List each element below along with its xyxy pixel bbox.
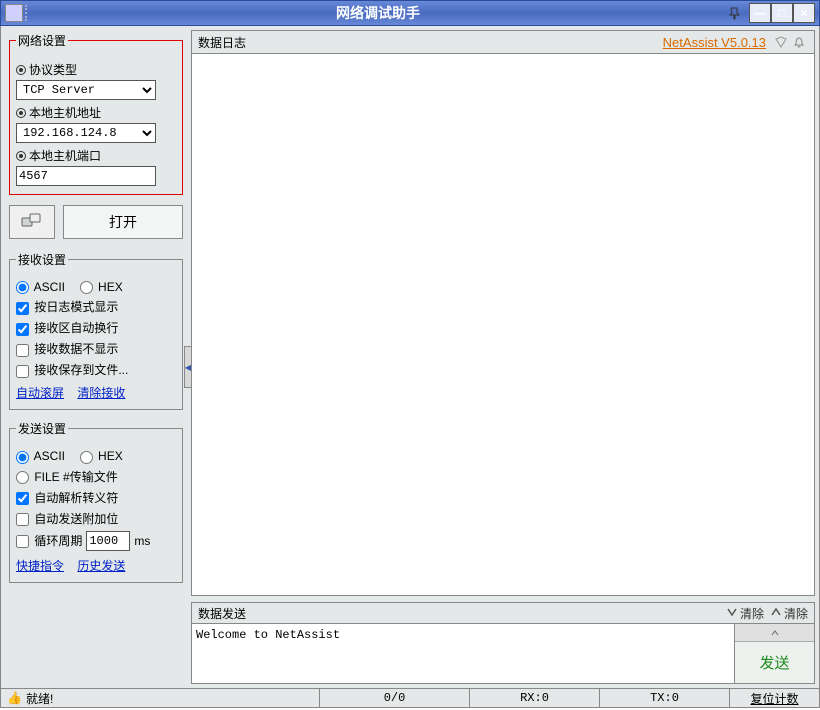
send-title: 数据发送 xyxy=(198,605,720,622)
titlebar: 网络调试助手 — □ × xyxy=(0,0,820,26)
protocol-select[interactable]: TCP Server xyxy=(16,80,156,100)
minimize-button[interactable]: — xyxy=(749,3,771,23)
recv-ascii-radio[interactable]: ASCII xyxy=(16,280,65,294)
cycle-unit-label: ms xyxy=(134,534,150,548)
port-input[interactable] xyxy=(16,166,156,186)
send-button[interactable]: 发送 xyxy=(735,642,814,683)
log-title: 数据日志 xyxy=(198,34,663,51)
app-icon xyxy=(5,4,23,22)
recv-autoscroll-link[interactable]: 自动滚屏 xyxy=(16,386,64,400)
right-panel: ◀ 数据日志 NetAssist V5.0.13 数据发送 清除 清除 xyxy=(187,26,819,688)
version-link[interactable]: NetAssist V5.0.13 xyxy=(663,35,766,50)
thumb-icon: 👍 xyxy=(7,691,22,705)
history-link[interactable]: 历史发送 xyxy=(77,559,125,573)
recv-clear-link[interactable]: 清除接收 xyxy=(77,386,125,400)
close-button[interactable]: × xyxy=(793,3,815,23)
send-cycle-input[interactable] xyxy=(86,531,130,551)
send-escape-check[interactable]: 自动解析转义符 xyxy=(16,489,118,506)
send-append-check[interactable]: 自动发送附加位 xyxy=(16,510,118,527)
recv-savefile-check[interactable]: 接收保存到文件... xyxy=(16,361,128,378)
send-hex-radio[interactable]: HEX xyxy=(80,449,123,463)
statusbar: 👍 就绪! 0/0 RX:0 TX:0 复位计数 xyxy=(0,688,820,708)
status-rx: RX:0 xyxy=(469,689,599,707)
send-cycle-check[interactable]: 循环周期 xyxy=(16,532,82,549)
recv-nodisplay-check[interactable]: 接收数据不显示 xyxy=(16,340,118,357)
host-select[interactable]: 192.168.124.8 xyxy=(16,123,156,143)
bell-icon[interactable] xyxy=(790,33,808,51)
protocol-label: 协议类型 xyxy=(16,61,176,78)
collapse-handle-icon[interactable]: ◀ xyxy=(184,346,192,388)
recv-autowrap-check[interactable]: 接收区自动换行 xyxy=(16,319,118,336)
send-file-radio[interactable]: FILE #传输文件 xyxy=(16,468,118,485)
clear-down-button[interactable]: 清除 xyxy=(726,605,764,622)
pin-icon[interactable] xyxy=(725,4,745,22)
clear-up-button[interactable]: 清除 xyxy=(770,605,808,622)
port-label: 本地主机端口 xyxy=(16,147,176,164)
recv-hex-radio[interactable]: HEX xyxy=(80,280,123,294)
window-title: 网络调试助手 xyxy=(31,3,725,23)
network-settings-legend: 网络设置 xyxy=(16,32,68,49)
network-settings-group: 网络设置 协议类型 TCP Server 本地主机地址 192.168.124.… xyxy=(9,32,183,195)
log-textarea[interactable] xyxy=(191,54,815,596)
open-button[interactable]: 打开 xyxy=(63,205,183,239)
left-panel: 网络设置 协议类型 TCP Server 本地主机地址 192.168.124.… xyxy=(1,26,187,688)
recv-settings-group: 接收设置 ASCII HEX 按日志模式显示 接收区自动换行 接收数据不显示 接… xyxy=(9,251,183,410)
maximize-button[interactable]: □ xyxy=(771,3,793,23)
gem-icon[interactable] xyxy=(772,33,790,51)
host-label: 本地主机地址 xyxy=(16,104,176,121)
reset-counter-link[interactable]: 复位计数 xyxy=(729,689,819,707)
send-textarea[interactable] xyxy=(191,624,735,684)
send-ascii-radio[interactable]: ASCII xyxy=(16,449,65,463)
send-settings-group: 发送设置 ASCII HEX FILE #传输文件 自动解析转义符 自动发送附加… xyxy=(9,420,183,582)
connection-icon-button[interactable] xyxy=(9,205,55,239)
scroll-stub[interactable] xyxy=(735,624,814,642)
status-tx: TX:0 xyxy=(599,689,729,707)
recv-settings-legend: 接收设置 xyxy=(16,251,68,268)
quick-cmd-link[interactable]: 快捷指令 xyxy=(16,559,64,573)
status-ready: 👍 就绪! xyxy=(1,690,201,707)
send-header: 数据发送 清除 清除 xyxy=(191,602,815,624)
send-settings-legend: 发送设置 xyxy=(16,420,68,437)
window-controls: — □ × xyxy=(749,3,815,23)
log-header: 数据日志 NetAssist V5.0.13 xyxy=(191,30,815,54)
recv-logmode-check[interactable]: 按日志模式显示 xyxy=(16,298,118,315)
status-counter: 0/0 xyxy=(319,689,469,707)
